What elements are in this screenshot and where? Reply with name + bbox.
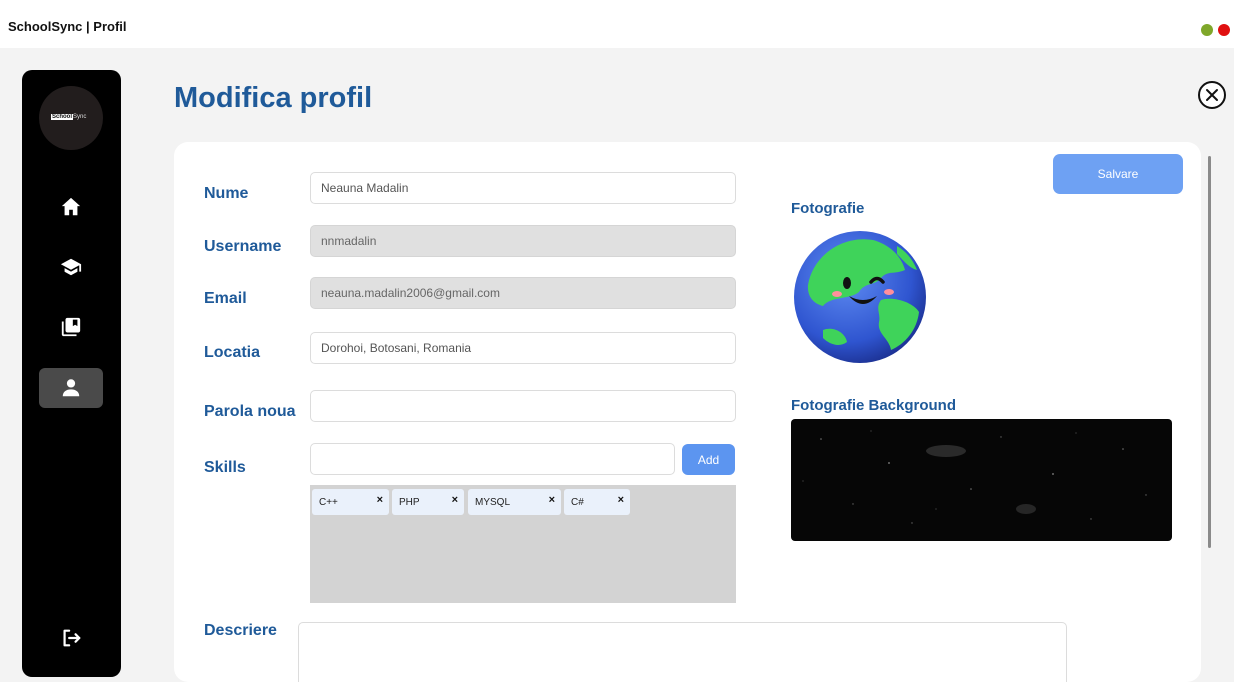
- minimize-button[interactable]: [1201, 24, 1213, 36]
- background-photo-label: Fotografie Background: [791, 397, 957, 414]
- description-textarea[interactable]: [298, 622, 1067, 682]
- home-icon: [61, 197, 81, 216]
- sidebar-item-profile[interactable]: [39, 368, 103, 408]
- remove-skill-icon[interactable]: ×: [618, 494, 624, 506]
- logout-button[interactable]: [39, 618, 103, 658]
- sidebar-item-home[interactable]: [39, 187, 103, 227]
- email-label: Email: [204, 290, 247, 307]
- earth-avatar-icon: [794, 231, 926, 363]
- skill-chip-label: MYSQL: [475, 497, 511, 508]
- nume-label: Nume: [204, 185, 249, 202]
- profile-photo-label: Fotografie: [791, 200, 865, 217]
- nume-input[interactable]: Neauna Madalin: [310, 172, 736, 204]
- remove-skill-icon[interactable]: ×: [377, 494, 383, 506]
- skill-chip: C++ ×: [312, 489, 389, 515]
- page-title: Modifica profil: [174, 82, 373, 114]
- sidebar: SchoolSync: [22, 70, 121, 677]
- scrollbar[interactable]: [1203, 150, 1217, 682]
- user-icon: [62, 379, 80, 397]
- skills-label: Skills: [204, 459, 246, 476]
- skill-chip: PHP ×: [392, 489, 464, 515]
- scrollbar-thumb[interactable]: [1208, 156, 1211, 548]
- username-input: nnmadalin: [310, 225, 736, 257]
- new-password-input[interactable]: [310, 390, 736, 422]
- close-icon: [1206, 89, 1218, 101]
- logo: SchoolSync: [39, 86, 103, 150]
- descriere-label: Descriere: [204, 622, 277, 639]
- remove-skill-icon[interactable]: ×: [549, 494, 555, 506]
- background-photo[interactable]: [791, 419, 1172, 541]
- window-title: SchoolSync | Profil: [8, 19, 127, 34]
- skill-input[interactable]: [310, 443, 675, 475]
- profile-photo[interactable]: [793, 230, 928, 365]
- username-label: Username: [204, 238, 282, 255]
- locatia-label: Locatia: [204, 344, 261, 361]
- remove-skill-icon[interactable]: ×: [452, 494, 458, 506]
- save-button[interactable]: Salvare: [1053, 154, 1183, 194]
- starfield-image: [802, 430, 1147, 524]
- sidebar-item-library[interactable]: [39, 307, 103, 347]
- locatia-input[interactable]: Dorohoi, Botosani, Romania: [310, 332, 736, 364]
- add-skill-button[interactable]: Add: [682, 444, 735, 475]
- email-input: neauna.madalin2006@gmail.com: [310, 277, 736, 309]
- skill-chip-label: C++: [319, 497, 338, 508]
- skill-chip-label: PHP: [399, 497, 420, 508]
- parola-label: Parola noua: [204, 403, 296, 420]
- graduation-cap-icon: [60, 258, 82, 276]
- skill-chip-label: C#: [571, 497, 584, 508]
- skill-chip: MYSQL ×: [468, 489, 561, 515]
- skills-list: C++ × PHP × MYSQL × C# ×: [310, 485, 736, 603]
- close-button[interactable]: [1198, 81, 1226, 109]
- logo-text: SchoolSync: [51, 114, 87, 120]
- close-window-button[interactable]: [1218, 24, 1230, 36]
- title-bar: SchoolSync | Profil: [0, 0, 1234, 48]
- logout-icon: [63, 629, 81, 647]
- book-icon: [61, 317, 81, 337]
- sidebar-item-courses[interactable]: [39, 247, 103, 287]
- skill-chip: C# ×: [564, 489, 630, 515]
